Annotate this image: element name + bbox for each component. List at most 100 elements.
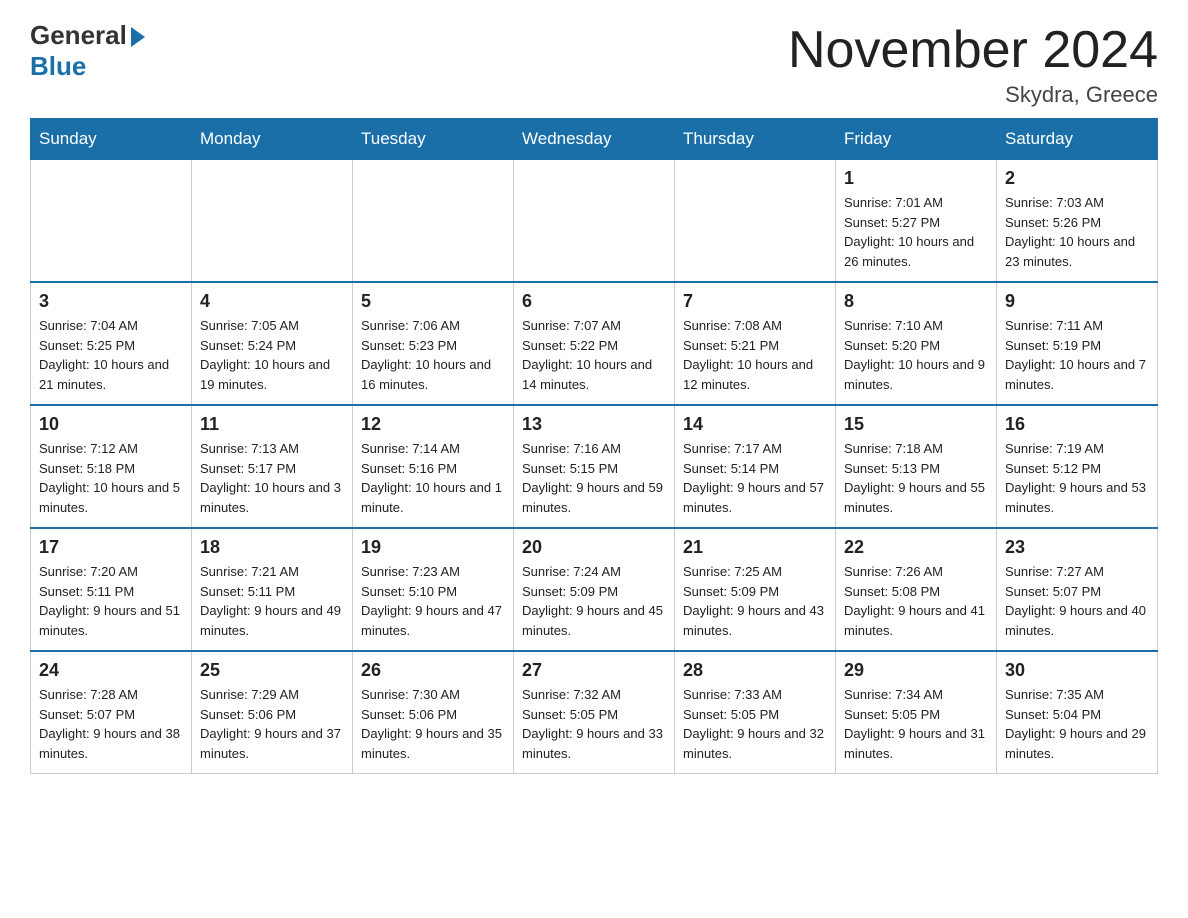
logo: General Blue	[30, 20, 145, 82]
title-block: November 2024 Skydra, Greece	[788, 20, 1158, 108]
location-text: Skydra, Greece	[788, 82, 1158, 108]
day-info: Sunrise: 7:25 AMSunset: 5:09 PMDaylight:…	[683, 562, 827, 640]
day-number: 25	[200, 660, 344, 681]
logo-general-text: General	[30, 20, 127, 51]
calendar-day-cell: 24 Sunrise: 7:28 AMSunset: 5:07 PMDayligh…	[31, 651, 192, 774]
calendar-day-cell: 10 Sunrise: 7:12 AMSunset: 5:18 PMDayligh…	[31, 405, 192, 528]
day-of-week-header: Saturday	[997, 119, 1158, 160]
calendar-day-cell: 21 Sunrise: 7:25 AMSunset: 5:09 PMDayligh…	[675, 528, 836, 651]
day-number: 9	[1005, 291, 1149, 312]
day-info: Sunrise: 7:01 AMSunset: 5:27 PMDaylight:…	[844, 193, 988, 271]
calendar-day-cell: 29Sunrise: 7:34 AMSunset: 5:05 PMDayligh…	[836, 651, 997, 774]
day-of-week-header: Tuesday	[353, 119, 514, 160]
day-info: Sunrise: 7:24 AMSunset: 5:09 PMDaylight:…	[522, 562, 666, 640]
day-number: 16	[1005, 414, 1149, 435]
day-info: Sunrise: 7:21 AMSunset: 5:11 PMDaylight:…	[200, 562, 344, 640]
day-number: 8	[844, 291, 988, 312]
day-info: Sunrise: 7:03 AMSunset: 5:26 PMDaylight:…	[1005, 193, 1149, 271]
calendar-day-cell: 12 Sunrise: 7:14 AMSunset: 5:16 PMDayligh…	[353, 405, 514, 528]
calendar-day-cell	[353, 160, 514, 283]
calendar-day-cell	[675, 160, 836, 283]
day-info: Sunrise: 7:08 AMSunset: 5:21 PMDaylight:…	[683, 316, 827, 394]
day-number: 30	[1005, 660, 1149, 681]
day-info: Sunrise: 7:16 AMSunset: 5:15 PMDaylight:…	[522, 439, 666, 517]
day-number: 5	[361, 291, 505, 312]
calendar-week-row: 3 Sunrise: 7:04 AMSunset: 5:25 PMDaylight…	[31, 282, 1158, 405]
calendar-table: SundayMondayTuesdayWednesdayThursdayFrid…	[30, 118, 1158, 774]
day-number: 26	[361, 660, 505, 681]
day-number: 14	[683, 414, 827, 435]
calendar-day-cell: 5 Sunrise: 7:06 AMSunset: 5:23 PMDaylight…	[353, 282, 514, 405]
calendar-day-cell	[514, 160, 675, 283]
calendar-day-cell: 1 Sunrise: 7:01 AMSunset: 5:27 PMDaylight…	[836, 160, 997, 283]
day-number: 1	[844, 168, 988, 189]
day-number: 2	[1005, 168, 1149, 189]
day-number: 21	[683, 537, 827, 558]
calendar-day-cell: 30 Sunrise: 7:35 AMSunset: 5:04 PMDayligh…	[997, 651, 1158, 774]
calendar-day-cell	[31, 160, 192, 283]
day-of-week-header: Monday	[192, 119, 353, 160]
day-number: 12	[361, 414, 505, 435]
day-info: Sunrise: 7:29 AMSunset: 5:06 PMDaylight:…	[200, 685, 344, 763]
calendar-day-cell	[192, 160, 353, 283]
day-info: Sunrise: 7:33 AMSunset: 5:05 PMDaylight:…	[683, 685, 827, 763]
calendar-day-cell: 22 Sunrise: 7:26 AMSunset: 5:08 PMDayligh…	[836, 528, 997, 651]
calendar-day-cell: 16 Sunrise: 7:19 AMSunset: 5:12 PMDayligh…	[997, 405, 1158, 528]
calendar-day-cell: 11 Sunrise: 7:13 AMSunset: 5:17 PMDayligh…	[192, 405, 353, 528]
page-header: General Blue November 2024 Skydra, Greec…	[30, 20, 1158, 108]
day-number: 6	[522, 291, 666, 312]
calendar-day-cell: 8 Sunrise: 7:10 AMSunset: 5:20 PMDaylight…	[836, 282, 997, 405]
calendar-day-cell: 14Sunrise: 7:17 AMSunset: 5:14 PMDayligh…	[675, 405, 836, 528]
calendar-day-cell: 27 Sunrise: 7:32 AMSunset: 5:05 PMDayligh…	[514, 651, 675, 774]
day-of-week-header: Wednesday	[514, 119, 675, 160]
logo-arrow-icon	[131, 27, 145, 47]
day-info: Sunrise: 7:30 AMSunset: 5:06 PMDaylight:…	[361, 685, 505, 763]
day-info: Sunrise: 7:13 AMSunset: 5:17 PMDaylight:…	[200, 439, 344, 517]
day-info: Sunrise: 7:12 AMSunset: 5:18 PMDaylight:…	[39, 439, 183, 517]
day-number: 3	[39, 291, 183, 312]
calendar-day-cell: 15 Sunrise: 7:18 AMSunset: 5:13 PMDayligh…	[836, 405, 997, 528]
day-number: 19	[361, 537, 505, 558]
day-info: Sunrise: 7:18 AMSunset: 5:13 PMDaylight:…	[844, 439, 988, 517]
day-of-week-header: Thursday	[675, 119, 836, 160]
day-number: 22	[844, 537, 988, 558]
calendar-day-cell: 25 Sunrise: 7:29 AMSunset: 5:06 PMDayligh…	[192, 651, 353, 774]
day-number: 24	[39, 660, 183, 681]
calendar-day-cell: 23Sunrise: 7:27 AMSunset: 5:07 PMDayligh…	[997, 528, 1158, 651]
day-number: 29	[844, 660, 988, 681]
day-info: Sunrise: 7:35 AMSunset: 5:04 PMDaylight:…	[1005, 685, 1149, 763]
day-number: 15	[844, 414, 988, 435]
calendar-day-cell: 26 Sunrise: 7:30 AMSunset: 5:06 PMDayligh…	[353, 651, 514, 774]
day-info: Sunrise: 7:04 AMSunset: 5:25 PMDaylight:…	[39, 316, 183, 394]
calendar-week-row: 24 Sunrise: 7:28 AMSunset: 5:07 PMDayligh…	[31, 651, 1158, 774]
day-info: Sunrise: 7:26 AMSunset: 5:08 PMDaylight:…	[844, 562, 988, 640]
day-info: Sunrise: 7:06 AMSunset: 5:23 PMDaylight:…	[361, 316, 505, 394]
month-title: November 2024	[788, 20, 1158, 80]
calendar-day-cell: 4Sunrise: 7:05 AMSunset: 5:24 PMDaylight…	[192, 282, 353, 405]
day-number: 10	[39, 414, 183, 435]
day-number: 18	[200, 537, 344, 558]
calendar-day-cell: 3 Sunrise: 7:04 AMSunset: 5:25 PMDaylight…	[31, 282, 192, 405]
calendar-day-cell: 18 Sunrise: 7:21 AMSunset: 5:11 PMDayligh…	[192, 528, 353, 651]
day-info: Sunrise: 7:28 AMSunset: 5:07 PMDaylight:…	[39, 685, 183, 763]
day-info: Sunrise: 7:19 AMSunset: 5:12 PMDaylight:…	[1005, 439, 1149, 517]
calendar-header-row: SundayMondayTuesdayWednesdayThursdayFrid…	[31, 119, 1158, 160]
day-number: 11	[200, 414, 344, 435]
day-info: Sunrise: 7:32 AMSunset: 5:05 PMDaylight:…	[522, 685, 666, 763]
day-info: Sunrise: 7:10 AMSunset: 5:20 PMDaylight:…	[844, 316, 988, 394]
day-number: 27	[522, 660, 666, 681]
day-number: 13	[522, 414, 666, 435]
day-number: 17	[39, 537, 183, 558]
day-of-week-header: Sunday	[31, 119, 192, 160]
calendar-day-cell: 7Sunrise: 7:08 AMSunset: 5:21 PMDaylight…	[675, 282, 836, 405]
day-info: Sunrise: 7:05 AMSunset: 5:24 PMDaylight:…	[200, 316, 344, 394]
day-number: 28	[683, 660, 827, 681]
logo-blue-text: Blue	[30, 51, 86, 82]
calendar-week-row: 17 Sunrise: 7:20 AMSunset: 5:11 PMDayligh…	[31, 528, 1158, 651]
calendar-day-cell: 6Sunrise: 7:07 AMSunset: 5:22 PMDaylight…	[514, 282, 675, 405]
calendar-day-cell: 28 Sunrise: 7:33 AMSunset: 5:05 PMDayligh…	[675, 651, 836, 774]
day-info: Sunrise: 7:20 AMSunset: 5:11 PMDaylight:…	[39, 562, 183, 640]
calendar-week-row: 1 Sunrise: 7:01 AMSunset: 5:27 PMDaylight…	[31, 160, 1158, 283]
day-info: Sunrise: 7:14 AMSunset: 5:16 PMDaylight:…	[361, 439, 505, 517]
calendar-day-cell: 19Sunrise: 7:23 AMSunset: 5:10 PMDayligh…	[353, 528, 514, 651]
